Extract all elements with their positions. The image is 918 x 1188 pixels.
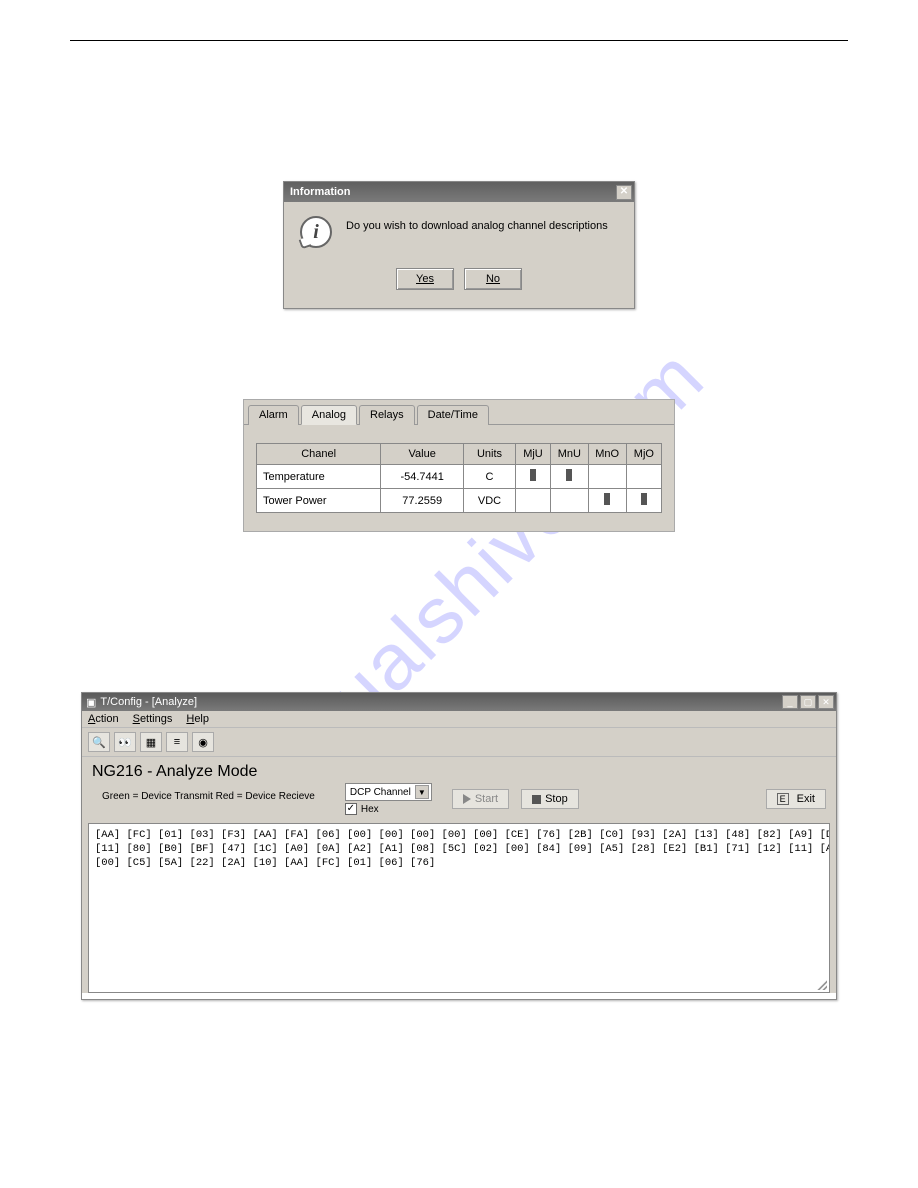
- table-row: Tower Power 77.2559 VDC: [257, 489, 662, 513]
- window-title: T/Config - [Analyze]: [100, 696, 197, 708]
- bars-icon[interactable]: ≡: [166, 732, 188, 752]
- maximize-icon[interactable]: ▢: [800, 695, 816, 709]
- chevron-down-icon: ▼: [415, 785, 429, 799]
- hex-output[interactable]: [AA] [FC] [01] [03] [F3] [AA] [FA] [06] …: [88, 823, 830, 993]
- analyze-title: NG216 - Analyze Mode: [92, 763, 257, 781]
- menu-action[interactable]: Action: [88, 713, 119, 725]
- channel-select[interactable]: DCP Channel ▼: [345, 783, 432, 801]
- cell-mnu: [551, 489, 589, 513]
- table-header-row: Chanel Value Units MjU MnU MnO MjO: [257, 444, 662, 465]
- information-dialog: Information ✕ i Do you wish to download …: [283, 181, 635, 309]
- flag-icon: [530, 469, 536, 481]
- channel-select-value: DCP Channel: [350, 787, 411, 798]
- exit-label: Exit: [797, 793, 815, 805]
- flag-icon: [566, 469, 572, 481]
- col-mju: MjU: [515, 444, 550, 465]
- cell-mju: [515, 465, 550, 489]
- play-icon: [463, 794, 471, 804]
- stop-button[interactable]: Stop: [521, 789, 579, 809]
- grid-icon[interactable]: ▦: [140, 732, 162, 752]
- checkbox-icon: ✓: [345, 803, 357, 815]
- resize-grip-icon[interactable]: [815, 978, 827, 990]
- toolbar: 🔍 👀 ▦ ≡ ◉: [82, 728, 836, 757]
- stop-label: Stop: [545, 793, 568, 805]
- info-icon: i: [300, 216, 332, 248]
- no-button[interactable]: No: [464, 268, 522, 290]
- tab-alarm[interactable]: Alarm: [248, 405, 299, 425]
- tab-strip: Alarm Analog Relays Date/Time: [244, 400, 674, 425]
- analog-panel: Alarm Analog Relays Date/Time Chanel Val…: [243, 399, 675, 532]
- page-top-rule: [70, 40, 848, 41]
- col-value: Value: [381, 444, 464, 465]
- search-icon[interactable]: 🔍: [88, 732, 110, 752]
- flag-icon: [641, 493, 647, 505]
- legend-text: Green = Device Transmit Red = Device Rec…: [92, 791, 325, 808]
- cell-units: VDC: [464, 489, 516, 513]
- analog-table: Chanel Value Units MjU MnU MnO MjO Tempe…: [256, 443, 662, 513]
- cell-mju: [515, 489, 550, 513]
- cell-mjo: [626, 489, 661, 513]
- cell-chanel: Tower Power: [257, 489, 381, 513]
- hex-label: Hex: [361, 804, 379, 815]
- dialog-message: Do you wish to download analog channel d…: [346, 216, 608, 232]
- minimize-icon[interactable]: _: [782, 695, 798, 709]
- close-icon[interactable]: ✕: [616, 185, 632, 200]
- exit-icon: E: [777, 793, 789, 805]
- col-mjo: MjO: [626, 444, 661, 465]
- col-units: Units: [464, 444, 516, 465]
- dialog-titlebar: Information ✕: [284, 182, 634, 202]
- col-mnu: MnU: [551, 444, 589, 465]
- app-icon: ▣: [86, 696, 96, 709]
- cell-mnu: [551, 465, 589, 489]
- tab-analog[interactable]: Analog: [301, 405, 357, 425]
- cell-mjo: [626, 465, 661, 489]
- hex-line: [AA] [FC] [01] [03] [F3] [AA] [FA] [06] …: [95, 829, 830, 841]
- col-mno: MnO: [588, 444, 626, 465]
- dialog-title: Information: [290, 186, 351, 198]
- menu-bar: Action Settings Help: [82, 711, 836, 728]
- hex-line: [11] [80] [B0] [BF] [47] [1C] [A0] [0A] …: [95, 843, 830, 855]
- col-chanel: Chanel: [257, 444, 381, 465]
- table-row: Temperature -54.7441 C: [257, 465, 662, 489]
- cell-units: C: [464, 465, 516, 489]
- cell-chanel: Temperature: [257, 465, 381, 489]
- exit-button[interactable]: E Exit: [766, 789, 826, 809]
- record-icon[interactable]: ◉: [192, 732, 214, 752]
- close-icon[interactable]: ✕: [818, 695, 834, 709]
- cell-value: 77.2559: [381, 489, 464, 513]
- menu-help[interactable]: Help: [186, 713, 209, 725]
- menu-settings[interactable]: Settings: [133, 713, 173, 725]
- start-button[interactable]: Start: [452, 789, 509, 809]
- hex-line: [00] [C5] [5A] [22] [2A] [10] [AA] [FC] …: [95, 857, 435, 869]
- tab-datetime[interactable]: Date/Time: [417, 405, 489, 425]
- window-titlebar: ▣ T/Config - [Analyze] _ ▢ ✕: [82, 693, 836, 711]
- binoculars-icon[interactable]: 👀: [114, 732, 136, 752]
- analyze-window: ▣ T/Config - [Analyze] _ ▢ ✕ Action Sett…: [81, 692, 837, 1000]
- tab-relays[interactable]: Relays: [359, 405, 415, 425]
- hex-checkbox[interactable]: ✓ Hex: [345, 803, 432, 815]
- stop-icon: [532, 795, 541, 804]
- start-label: Start: [475, 793, 498, 805]
- cell-mno: [588, 465, 626, 489]
- flag-icon: [604, 493, 610, 505]
- cell-value: -54.7441: [381, 465, 464, 489]
- cell-mno: [588, 489, 626, 513]
- yes-button[interactable]: Yes: [396, 268, 454, 290]
